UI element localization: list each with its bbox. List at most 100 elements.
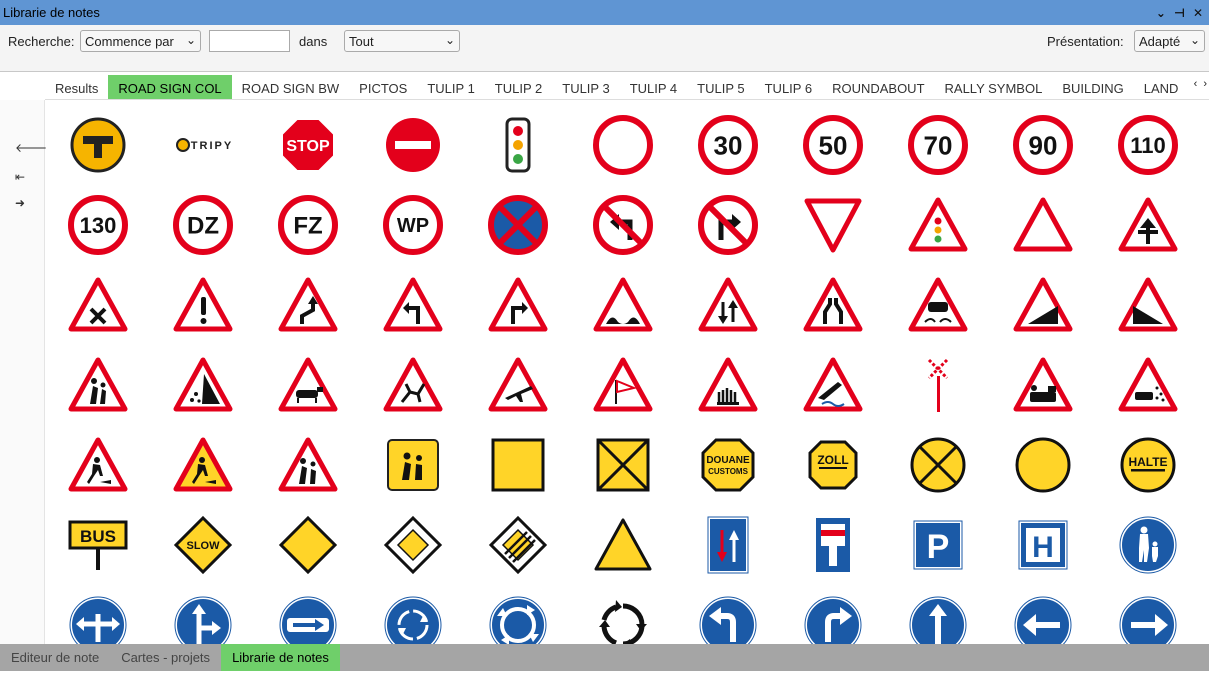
tab-building[interactable]: BUILDING xyxy=(1052,75,1133,99)
tab-road-sign-bw[interactable]: ROAD SIGN BW xyxy=(232,75,350,99)
roundabout-arrows-icon[interactable] xyxy=(591,593,655,644)
roundabout-sign-alt-icon[interactable] xyxy=(486,593,550,644)
warning-right-bend-icon[interactable] xyxy=(486,273,550,337)
bottom-tab-librarie-de-notes[interactable]: Librarie de notes xyxy=(221,644,340,671)
arrow-right-icon[interactable]: ➜ xyxy=(15,196,25,210)
railway-crossing-post-icon[interactable] xyxy=(906,353,970,417)
tab-roundabout[interactable]: ROUNDABOUT xyxy=(822,75,934,99)
tab-tulip-2[interactable]: TULIP 2 xyxy=(485,75,552,99)
speed-limit-30-icon[interactable]: 30 xyxy=(696,113,760,177)
tab-tulip-4[interactable]: TULIP 4 xyxy=(620,75,687,99)
no-stopping-sign-icon[interactable] xyxy=(486,193,550,257)
mandatory-turn-left-icon[interactable] xyxy=(696,593,760,644)
search-input[interactable] xyxy=(209,30,290,52)
pedestrian-path-icon[interactable] xyxy=(1116,513,1180,577)
warning-road-narrows-icon[interactable] xyxy=(801,273,865,337)
tab-rally-symbol[interactable]: RALLY SYMBOL xyxy=(935,75,1053,99)
yield-sign-icon[interactable] xyxy=(801,193,865,257)
first-page-icon[interactable]: ⇤ xyxy=(15,170,25,184)
traffic-light-icon[interactable] xyxy=(486,113,550,177)
no-left-turn-icon[interactable] xyxy=(591,193,655,257)
no-entry-sign-icon[interactable] xyxy=(381,113,445,177)
fz-sign-icon[interactable]: FZ xyxy=(276,193,340,257)
pin-icon[interactable]: ⊣ xyxy=(1174,6,1185,20)
mandatory-right-icon[interactable] xyxy=(1116,593,1180,644)
warning-crosswind-icon[interactable] xyxy=(591,353,655,417)
chevron-right-icon[interactable]: › xyxy=(1203,78,1207,90)
tab-pictos[interactable]: PICTOS xyxy=(349,75,417,99)
zoll-sign-icon[interactable]: ZOLL xyxy=(801,433,865,497)
douane-customs-icon[interactable]: DOUANE CUSTOMS xyxy=(696,433,760,497)
yellow-square-icon[interactable] xyxy=(486,433,550,497)
speed-limit-130-icon[interactable]: 130 xyxy=(66,193,130,257)
mandatory-left-right-icon[interactable] xyxy=(66,593,130,644)
bus-stop-sign-icon[interactable]: BUS xyxy=(66,513,130,577)
priority-road-icon[interactable] xyxy=(381,513,445,577)
warning-two-way-icon[interactable] xyxy=(696,273,760,337)
yellow-circle-cross-icon[interactable] xyxy=(906,433,970,497)
hospital-sign-icon[interactable]: H xyxy=(1011,513,1075,577)
warning-bumpy-road-icon[interactable] xyxy=(591,273,655,337)
warning-children-icon[interactable] xyxy=(66,353,130,417)
wp-sign-icon[interactable]: WP xyxy=(381,193,445,257)
slow-sign-icon[interactable]: SLOW xyxy=(171,513,235,577)
mandatory-left-icon[interactable] xyxy=(1011,593,1075,644)
speed-limit-70-icon[interactable]: 70 xyxy=(906,113,970,177)
tab-land[interactable]: LAND xyxy=(1134,75,1189,99)
no-right-turn-icon[interactable] xyxy=(696,193,760,257)
warning-roadworks-yellow-icon[interactable] xyxy=(171,433,235,497)
warning-roadworks-icon[interactable] xyxy=(66,433,130,497)
tab-results[interactable]: Results xyxy=(45,75,108,99)
warning-double-bend-icon[interactable] xyxy=(276,273,340,337)
parking-sign-icon[interactable]: P xyxy=(906,513,970,577)
bottom-tab-editeur-de-note[interactable]: Editeur de note xyxy=(0,644,110,671)
tripy-wordmark-icon[interactable]: TRIPY xyxy=(171,113,235,177)
warning-left-bend-icon[interactable] xyxy=(381,273,445,337)
yellow-diamond-icon[interactable] xyxy=(276,513,340,577)
warning-danger-icon[interactable] xyxy=(171,273,235,337)
mandatory-right-bar-icon[interactable] xyxy=(276,593,340,644)
warning-cattle-icon[interactable] xyxy=(276,353,340,417)
prohibited-sign-icon[interactable] xyxy=(591,113,655,177)
dead-end-sign-icon[interactable] xyxy=(801,513,865,577)
warning-aircraft-icon[interactable] xyxy=(486,353,550,417)
speed-limit-50-icon[interactable]: 50 xyxy=(801,113,865,177)
chevron-left-icon[interactable]: ‹ xyxy=(1194,78,1198,90)
warning-quay-icon[interactable] xyxy=(801,353,865,417)
school-bus-sign-icon[interactable] xyxy=(381,433,445,497)
one-way-both-directions-icon[interactable] xyxy=(696,513,760,577)
warning-deer-icon[interactable] xyxy=(381,353,445,417)
warning-train-icon[interactable] xyxy=(1011,353,1075,417)
tab-tulip-5[interactable]: TULIP 5 xyxy=(687,75,754,99)
roundabout-sign-icon[interactable] xyxy=(381,593,445,644)
warning-falling-rocks-icon[interactable] xyxy=(171,353,235,417)
warning-priority-road-icon[interactable] xyxy=(1116,193,1180,257)
yellow-triangle-icon[interactable] xyxy=(591,513,655,577)
warning-crossroads-icon[interactable] xyxy=(66,273,130,337)
presentation-select[interactable]: Adapté ⌄ xyxy=(1134,30,1205,52)
warning-traffic-light-icon[interactable] xyxy=(906,193,970,257)
bottom-tab-cartes-projets[interactable]: Cartes - projets xyxy=(110,644,221,671)
tripy-logo-icon[interactable] xyxy=(66,113,130,177)
halte-sign-icon[interactable]: HALTE xyxy=(1116,433,1180,497)
chevron-down-icon[interactable]: ⌄ xyxy=(1156,6,1166,20)
mandatory-straight-icon[interactable] xyxy=(906,593,970,644)
search-mode-select[interactable]: Commence par ⌄ xyxy=(80,30,201,52)
warning-level-crossing-icon[interactable] xyxy=(696,353,760,417)
yellow-square-cross-icon[interactable] xyxy=(591,433,655,497)
tab-tulip-1[interactable]: TULIP 1 xyxy=(417,75,484,99)
warning-blank-icon[interactable] xyxy=(1011,193,1075,257)
mandatory-straight-right-icon[interactable] xyxy=(171,593,235,644)
arrow-left-icon[interactable]: 🡐 xyxy=(15,140,47,155)
tab-tulip-6[interactable]: TULIP 6 xyxy=(755,75,822,99)
tab-road-sign-col[interactable]: ROAD SIGN COL xyxy=(108,75,232,99)
speed-limit-90-icon[interactable]: 90 xyxy=(1011,113,1075,177)
warning-gravel-icon[interactable] xyxy=(1116,353,1180,417)
stop-sign-icon[interactable]: STOP xyxy=(276,113,340,177)
search-scope-select[interactable]: Tout ⌄ xyxy=(344,30,460,52)
warning-pedestrians-icon[interactable] xyxy=(276,433,340,497)
warning-ascent-icon[interactable] xyxy=(1116,273,1180,337)
end-priority-road-icon[interactable] xyxy=(486,513,550,577)
warning-slippery-icon[interactable] xyxy=(906,273,970,337)
tab-tulip-3[interactable]: TULIP 3 xyxy=(552,75,619,99)
